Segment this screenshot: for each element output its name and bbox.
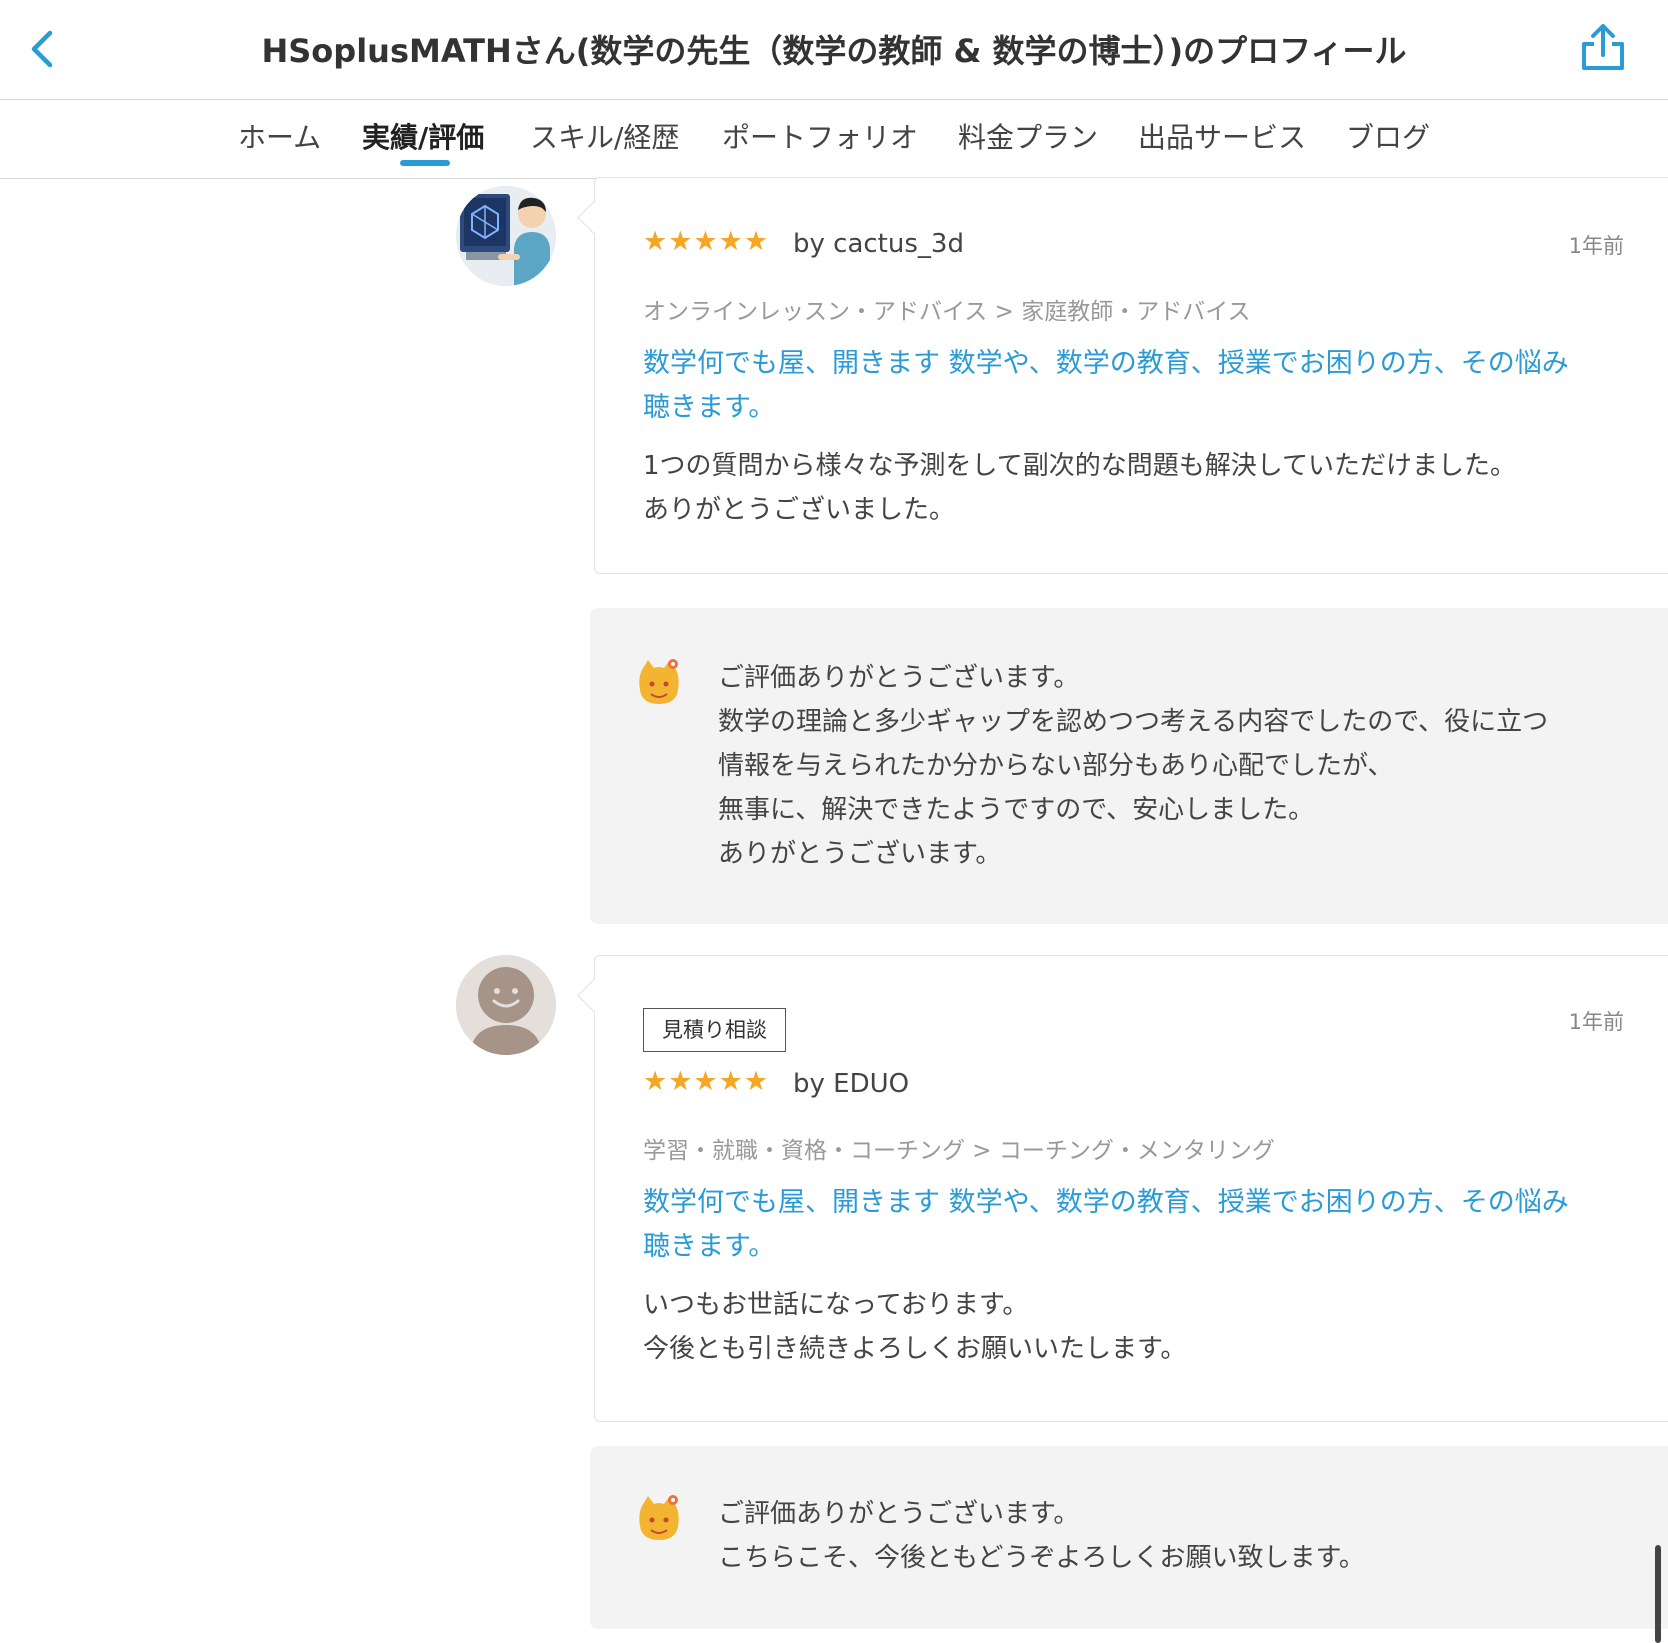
tab-pricing-plans[interactable]: 料金プラン bbox=[958, 116, 1098, 156]
service-title-link[interactable]: 数学何でも屋、開きます 数学や、数学の教育、授業でお困りの方、その悩み 聴きます… bbox=[643, 1181, 1623, 1269]
reply-line: ご評価ありがとうございます。 bbox=[718, 1499, 1080, 1529]
reply-line: ご評価ありがとうございます。 bbox=[718, 663, 1080, 693]
seller-mascot-icon bbox=[639, 1495, 679, 1540]
reply-line: 情報を与えられたか分からない部分もあり心配でしたが、 bbox=[718, 751, 1394, 781]
review-card: ★★★★★ by cactus_3d 1年前 オンラインレッスン・アドバイス >… bbox=[577, 177, 1668, 574]
review-card: 見積り相談 1年前 ★★★★★ by EDUO 学習・就職・資格・コーチング >… bbox=[577, 955, 1668, 1422]
tab-results-reviews[interactable]: 実績/評価 bbox=[362, 116, 484, 156]
reply-line: こちらこそ、今後ともどうぞよろしくお願い致します。 bbox=[718, 1543, 1365, 1573]
service-title-line: 数学何でも屋、開きます 数学や、数学の教育、授業でお困りの方、その悩み bbox=[643, 1187, 1569, 1218]
seller-mascot-icon bbox=[639, 659, 679, 704]
comment-line: いつもお世話になっております。 bbox=[643, 1290, 1029, 1320]
reviewer-avatar[interactable] bbox=[456, 186, 556, 286]
share-button[interactable] bbox=[1578, 22, 1628, 74]
active-tab-indicator bbox=[400, 160, 450, 166]
reply-line: 無事に、解決できたようですので、安心しました。 bbox=[718, 795, 1315, 825]
tab-skills-career[interactable]: スキル/経歴 bbox=[530, 116, 679, 156]
review-time: 1年前 bbox=[1568, 1010, 1624, 1034]
reply-line: 数学の理論と多少ギャップを認めつつ考える内容でしたので、役に立つ bbox=[718, 707, 1549, 737]
tab-portfolio[interactable]: ポートフォリオ bbox=[722, 116, 918, 156]
review-comment: いつもお世話になっております。 今後とも引き続きよろしくお願いいたします。 bbox=[643, 1283, 1633, 1371]
review-category: オンラインレッスン・アドバイス > 家庭教師・アドバイス bbox=[643, 299, 1251, 325]
user-at-computer-icon bbox=[456, 186, 556, 286]
seller-reply: ご評価ありがとうございます。 こちらこそ、今後ともどうぞよろしくお願い致します。 bbox=[590, 1446, 1668, 1629]
tab-blog[interactable]: ブログ bbox=[1346, 116, 1430, 156]
service-title-line: 聴きます。 bbox=[643, 1231, 776, 1262]
scrollbar[interactable] bbox=[1655, 1545, 1661, 1643]
comment-line: 1つの質問から様々な予測をして副次的な問題も解決していただけました。 bbox=[643, 451, 1516, 481]
tab-services[interactable]: 出品サービス bbox=[1138, 116, 1306, 156]
service-title-line: 聴きます。 bbox=[643, 392, 776, 423]
back-button[interactable] bbox=[22, 27, 66, 71]
top-bar: HSoplusMATHさん(数学の先生（数学の教師 & 数学の博士）)のプロフィ… bbox=[0, 0, 1668, 100]
default-user-icon bbox=[456, 955, 556, 1055]
reviewer-name[interactable]: by cactus_3d bbox=[793, 229, 964, 259]
chevron-left-icon bbox=[31, 30, 53, 68]
review-comment: 1つの質問から様々な予測をして副次的な問題も解決していただけました。 ありがとう… bbox=[643, 444, 1633, 532]
tab-home[interactable]: ホーム bbox=[238, 116, 321, 156]
service-title-line: 数学何でも屋、開きます 数学や、数学の教育、授業でお困りの方、その悩み bbox=[643, 348, 1569, 379]
comment-line: ありがとうございました。 bbox=[643, 495, 956, 525]
card-pointer bbox=[577, 979, 610, 1012]
service-title-link[interactable]: 数学何でも屋、開きます 数学や、数学の教育、授業でお困りの方、その悩み 聴きます… bbox=[643, 342, 1623, 430]
page-title: HSoplusMATHさん(数学の先生（数学の教師 & 数学の博士）)のプロフィ… bbox=[261, 32, 1407, 70]
reviewer-avatar[interactable] bbox=[456, 955, 556, 1055]
estimate-consultation-badge: 見積り相談 bbox=[643, 1008, 786, 1052]
reply-line: ありがとうございます。 bbox=[718, 839, 1002, 869]
star-rating: ★★★★★ bbox=[643, 1066, 770, 1097]
review-time: 1年前 bbox=[1568, 234, 1624, 258]
share-icon bbox=[1582, 24, 1624, 70]
profile-tabs: ホーム 実績/評価 スキル/経歴 ポートフォリオ 料金プラン 出品サービス ブロ… bbox=[0, 100, 1668, 179]
reply-text: ご評価ありがとうございます。 数学の理論と多少ギャップを認めつつ考える内容でした… bbox=[718, 656, 1548, 876]
comment-line: 今後とも引き続きよろしくお願いいたします。 bbox=[643, 1334, 1187, 1364]
seller-reply: ご評価ありがとうございます。 数学の理論と多少ギャップを認めつつ考える内容でした… bbox=[590, 608, 1668, 924]
reviewer-name[interactable]: by EDUO bbox=[793, 1069, 909, 1099]
review-category: 学習・就職・資格・コーチング > コーチング・メンタリング bbox=[643, 1138, 1275, 1164]
star-rating: ★★★★★ bbox=[643, 226, 770, 257]
reply-text: ご評価ありがとうございます。 こちらこそ、今後ともどうぞよろしくお願い致します。 bbox=[718, 1492, 1365, 1580]
card-pointer bbox=[577, 201, 610, 234]
